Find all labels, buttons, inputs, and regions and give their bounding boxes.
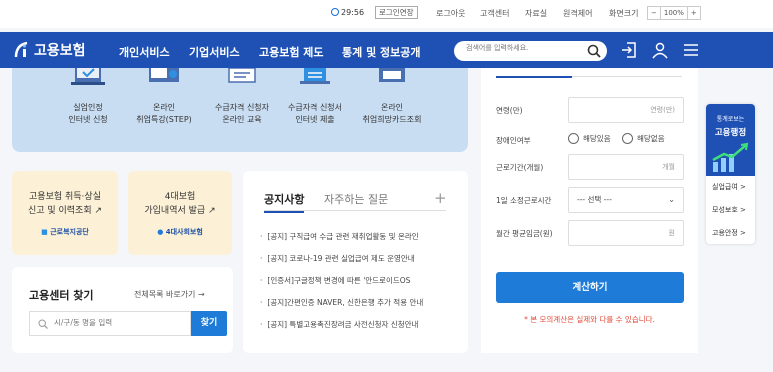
age-field[interactable]: 연령(만) — [568, 97, 684, 123]
job-center-search-button[interactable]: 찾기 — [191, 311, 227, 336]
zoom-control: − 100% + — [647, 6, 701, 20]
service-application-submit[interactable]: 수급자격 신청서 인터넷 제출 — [279, 68, 351, 126]
side-link-employment-stability[interactable]: 고용안정 > — [712, 228, 746, 238]
service-period-label: 근로기간(개월) — [496, 163, 544, 172]
logout-link[interactable]: 로그아웃 — [436, 8, 465, 19]
wage-field[interactable]: 원 — [568, 220, 684, 246]
logo-mark-icon — [14, 41, 28, 58]
search-icon[interactable] — [587, 44, 601, 58]
hamburger-menu-icon[interactable] — [682, 41, 700, 59]
menu-insurance-system[interactable]: 고용보험 제도 — [259, 44, 324, 60]
calculate-button[interactable]: 계산하기 — [496, 272, 684, 303]
user-icon[interactable] — [651, 41, 669, 59]
service-period-field[interactable]: 개월 — [568, 154, 684, 180]
list-item[interactable]: [공지]간편인증 NAVER, 신한은행 추가 적용 안내 — [260, 297, 445, 319]
age-label: 연령(만) — [496, 106, 523, 115]
wage-label: 월간 평균임금(원) — [496, 229, 553, 238]
card-icon — [379, 68, 405, 82]
more-plus-icon[interactable]: + — [434, 189, 447, 207]
service-online-lecture[interactable]: 온라인 취업특강(STEP) — [128, 68, 200, 126]
list-item[interactable]: [공지] 특별고용촉진장려금 사전신청자 신청안내 — [260, 319, 445, 341]
full-list-link[interactable]: 전체목록 바로가기 → — [134, 289, 205, 300]
side-stats-panel: 통계로보는 고용행정 실업급여 > 모성보호 > 고용안정 > — [706, 104, 755, 244]
side-link-unemployment[interactable]: 실업급여 > — [712, 182, 746, 192]
job-center-title: 고용센터 찾기 — [29, 289, 94, 302]
site-search-input[interactable] — [466, 44, 576, 52]
list-item[interactable]: [인증서]구글정책 변경에 따른 '안드로이드OS — [260, 275, 445, 297]
chevron-down-icon: ⌄ — [668, 195, 675, 204]
kcomwel-logo: ■ 근로복지공단 — [41, 228, 89, 236]
zoom-out-button[interactable]: − — [648, 7, 661, 19]
login-icon[interactable] — [620, 41, 638, 59]
monitor-check-icon — [71, 68, 105, 85]
external-link-icon: ↗ — [94, 206, 103, 216]
main-nav: 고용보험 개인서비스 기업서비스 고용보험 제도 통계 및 정보공개 — [0, 32, 773, 68]
tab-faq[interactable]: 자주하는 질문 — [324, 191, 388, 207]
archive-link[interactable]: 자료실 — [525, 8, 547, 19]
job-center-finder: 고용센터 찾기 전체목록 바로가기 → 찾기 — [12, 267, 233, 353]
menu-personal-services[interactable]: 개인서비스 — [119, 44, 170, 60]
active-tab-indicator — [496, 76, 572, 78]
work-hours-label: 1일 소정근로시간 — [496, 196, 552, 205]
insurance-certificate-card[interactable]: 4대보험 가입내역서 발급 ↗ ● 4대사회보험 — [128, 171, 232, 255]
monitor-icon — [228, 67, 256, 83]
job-center-search-input[interactable] — [54, 318, 184, 327]
online-lecture-icon — [149, 68, 179, 82]
screen-size-label: 화면크기 — [609, 9, 639, 18]
quick-services-panel: 실업인정 인터넷 신청 온라인 취업특강(STEP) 수급자격 신청자 온라인 … — [12, 67, 468, 152]
insurance-report-card[interactable]: 고용보험 취득·상실 신고 및 이력조회 ↗ ■ 근로복지공단 — [12, 171, 118, 255]
disability-yes-radio[interactable]: 해당있음 — [568, 133, 611, 144]
disability-no-radio[interactable]: 해당없음 — [622, 133, 665, 144]
extend-login-button[interactable]: 로그인연장 — [375, 6, 418, 19]
external-link-icon: ↗ — [208, 206, 216, 216]
service-online-education[interactable]: 수급자격 신청자 온라인 교육 — [206, 67, 278, 126]
service-unemployment-recognition[interactable]: 실업인정 인터넷 신청 — [52, 68, 124, 126]
logo-text: 고용보험 — [34, 43, 86, 59]
clock-icon — [331, 8, 339, 16]
site-logo[interactable]: 고용보험 — [14, 40, 86, 60]
social-insurance-logo: ● 4대사회보험 — [157, 228, 203, 236]
list-item[interactable]: [공지] 코로나-19 관련 실업급여 제도 운영안내 — [260, 253, 445, 275]
notice-tabs: 공지사항 자주하는 질문 — [264, 191, 446, 213]
zoom-value: 100% — [661, 7, 688, 19]
top-utility-bar: 29:56 로그인연장 로그아웃 고객센터 자료실 원격제어 화면크기 − 10… — [0, 0, 773, 28]
list-item[interactable]: [공지] 구직급여 수급 관련 재취업활동 및 온라인 — [260, 231, 445, 253]
site-search — [454, 41, 607, 61]
notice-list: [공지] 구직급여 수급 관련 재취업활동 및 온라인 [공지] 코로나-19 … — [260, 231, 445, 341]
growth-chart-icon — [712, 142, 749, 172]
zoom-in-button[interactable]: + — [688, 7, 700, 19]
job-center-search — [29, 311, 191, 336]
work-hours-select[interactable]: --- 선택 --- ⌄ — [568, 187, 684, 213]
notice-board: 공지사항 자주하는 질문 + [공지] 구직급여 수급 관련 재취업활동 및 온… — [243, 171, 468, 353]
disability-label: 장애인여부 — [496, 136, 531, 145]
stats-banner[interactable]: 통계로보는 고용행정 — [706, 104, 755, 176]
service-hope-card[interactable]: 온라인 취업희망카드조회 — [356, 68, 428, 126]
benefit-calculator: 연령(만) 연령(만) 장애인여부 해당있음 해당없음 근로기간(개월) 개월 … — [481, 68, 698, 353]
tab-notices[interactable]: 공지사항 — [264, 191, 305, 213]
session-timer: 29:56 — [331, 8, 364, 17]
search-icon — [38, 319, 48, 329]
remote-control-link[interactable]: 원격제어 — [563, 8, 592, 19]
menu-business-services[interactable]: 기업서비스 — [189, 44, 240, 60]
customer-center-link[interactable]: 고객센터 — [480, 8, 509, 19]
calculator-note: * 본 모의계산은 실제와 다를 수 있습니다. — [524, 315, 655, 324]
menu-statistics[interactable]: 통계 및 정보공개 — [342, 44, 421, 60]
side-link-maternity[interactable]: 모성보호 > — [712, 205, 746, 215]
document-icon — [300, 68, 330, 84]
